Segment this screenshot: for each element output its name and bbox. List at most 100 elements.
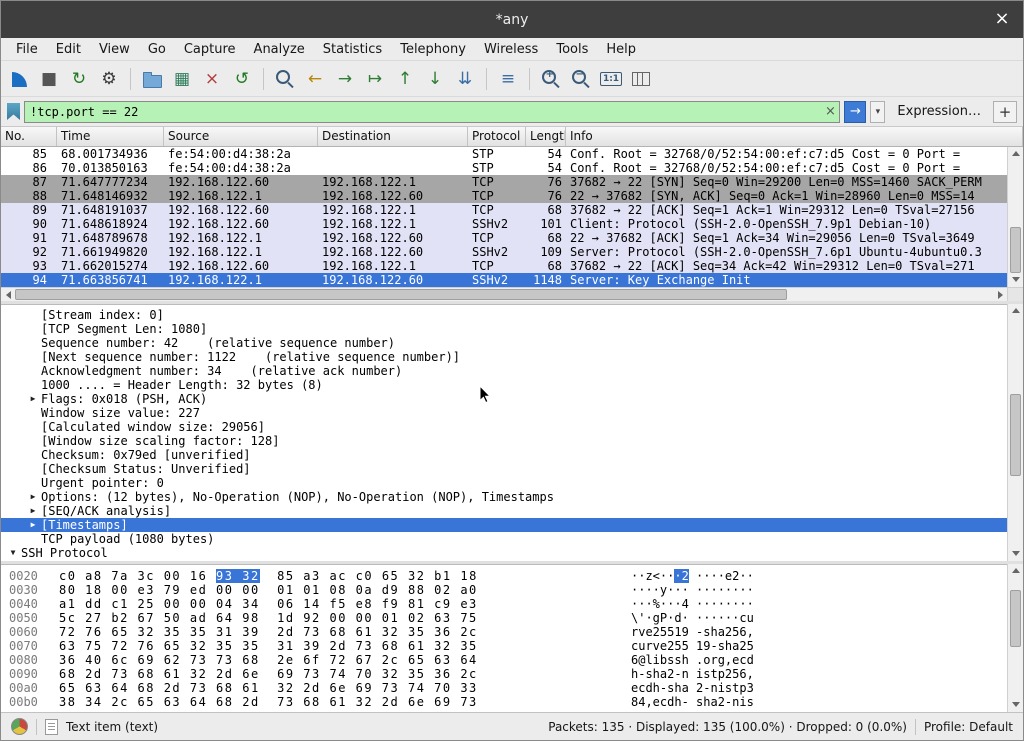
column-header-length[interactable]: Length	[526, 127, 566, 146]
packet-row-92[interactable]: 9271.661949820192.168.122.1192.168.122.6…	[1, 245, 1007, 259]
packet-row-88[interactable]: 8871.648146932192.168.122.1192.168.122.6…	[1, 189, 1007, 203]
detail-line[interactable]: [TCP Segment Len: 1080]	[1, 322, 1007, 336]
hex-row-0070[interactable]: 007063 75 72 76 65 32 35 35 31 39 2d 73 …	[1, 639, 1007, 653]
detail-line[interactable]: ▶[SEQ/ACK analysis]	[1, 504, 1007, 518]
zoom-out-button[interactable]	[567, 65, 595, 93]
detail-line[interactable]: ▶Flags: 0x018 (PSH, ACK)	[1, 392, 1007, 406]
go-first-button[interactable]: ↑	[391, 65, 419, 93]
open-capture-button[interactable]	[138, 65, 166, 93]
packet-list-hscroll-thumb[interactable]	[15, 289, 787, 300]
detail-line[interactable]: Urgent pointer: 0	[1, 476, 1007, 490]
column-header-source[interactable]: Source	[164, 127, 318, 146]
collapsed-arrow-icon[interactable]: ▶	[25, 518, 41, 532]
hex-row-0080[interactable]: 008036 40 6c 69 62 73 73 68 2e 6f 72 67 …	[1, 653, 1007, 667]
colorize-button[interactable]: ≡	[494, 65, 522, 93]
expression-button[interactable]: Expression…	[889, 104, 989, 119]
detail-line[interactable]: [Stream index: 0]	[1, 308, 1007, 322]
packet-row-94[interactable]: 9471.663856741192.168.122.1192.168.122.6…	[1, 273, 1007, 287]
hex-row-00b0[interactable]: 00b038 34 2c 65 63 64 68 2d 73 68 61 32 …	[1, 695, 1007, 709]
scroll-left-button[interactable]	[1, 288, 15, 301]
detail-line[interactable]: Acknowledgment number: 34 (relative ack …	[1, 364, 1007, 378]
go-back-button[interactable]: ←	[301, 65, 329, 93]
expanded-arrow-icon[interactable]: ▼	[5, 546, 21, 560]
collapsed-arrow-icon[interactable]: ▶	[25, 490, 41, 504]
packet-row-90[interactable]: 9071.648618924192.168.122.60192.168.122.…	[1, 217, 1007, 231]
stop-capture-button[interactable]: ■	[35, 65, 63, 93]
packet-list-vscrollbar[interactable]	[1007, 147, 1023, 287]
menu-analyze[interactable]: Analyze	[245, 40, 314, 59]
packet-row-89[interactable]: 8971.648191037192.168.122.60192.168.122.…	[1, 203, 1007, 217]
restart-capture-button[interactable]: ↻	[65, 65, 93, 93]
expert-info-icon[interactable]	[11, 718, 28, 735]
packet-row-87[interactable]: 8771.647777234192.168.122.60192.168.122.…	[1, 175, 1007, 189]
hex-row-00a0[interactable]: 00a065 63 64 68 2d 73 68 61 32 2d 6e 69 …	[1, 681, 1007, 695]
profile-status[interactable]: Profile: Default	[924, 720, 1013, 734]
add-filter-button[interactable]: +	[993, 101, 1017, 123]
detail-line[interactable]: Sequence number: 42 (relative sequence n…	[1, 336, 1007, 350]
reload-capture-button[interactable]: ↺	[228, 65, 256, 93]
bookmark-icon[interactable]	[7, 103, 20, 120]
zoom-1-1-button[interactable]	[597, 65, 625, 93]
menu-tools[interactable]: Tools	[547, 40, 597, 59]
detail-line[interactable]: ▶Options: (12 bytes), No-Operation (NOP)…	[1, 490, 1007, 504]
display-filter-input[interactable]	[25, 105, 821, 119]
menu-help[interactable]: Help	[597, 40, 645, 59]
detail-line[interactable]: [Next sequence number: 1122 (relative se…	[1, 350, 1007, 364]
hex-row-0060[interactable]: 006072 76 65 32 35 35 31 39 2d 73 68 61 …	[1, 625, 1007, 639]
detail-line[interactable]: Window size value: 227	[1, 406, 1007, 420]
detail-line[interactable]: [Window size scaling factor: 128]	[1, 434, 1007, 448]
column-header-info[interactable]: Info	[566, 127, 1023, 146]
packet-row-91[interactable]: 9171.648789678192.168.122.1192.168.122.6…	[1, 231, 1007, 245]
auto-scroll-button[interactable]: ⇊	[451, 65, 479, 93]
hex-vscrollbar[interactable]	[1007, 564, 1023, 712]
packet-list-hscrollbar[interactable]	[1, 287, 1007, 301]
hex-row-0090[interactable]: 009068 2d 73 68 61 32 2d 6e 69 73 74 70 …	[1, 667, 1007, 681]
packet-row-86[interactable]: 8670.013850163fe:54:00:d4:38:2aSTP54Conf…	[1, 161, 1007, 175]
start-capture-button[interactable]	[5, 65, 33, 93]
menu-telephony[interactable]: Telephony	[391, 40, 475, 59]
collapsed-arrow-icon[interactable]: ▶	[25, 392, 41, 406]
column-header-destination[interactable]: Destination	[318, 127, 468, 146]
details-vscroll-thumb[interactable]	[1010, 394, 1021, 476]
packet-row-93[interactable]: 9371.662015274192.168.122.60192.168.122.…	[1, 259, 1007, 273]
go-forward-button[interactable]: →	[331, 65, 359, 93]
detail-line[interactable]: [Checksum Status: Unverified]	[1, 462, 1007, 476]
menu-go[interactable]: Go	[139, 40, 175, 59]
scroll-down-button[interactable]	[1008, 547, 1023, 561]
details-vscrollbar[interactable]	[1007, 304, 1023, 561]
find-packet-button[interactable]	[271, 65, 299, 93]
scroll-down-button[interactable]	[1008, 273, 1023, 287]
detail-line[interactable]: TCP payload (1080 bytes)	[1, 532, 1007, 546]
column-header-protocol[interactable]: Protocol	[468, 127, 526, 146]
hex-row-0020[interactable]: 0020c0 a8 7a 3c 00 16 93 32 85 a3 ac c0 …	[1, 569, 1007, 583]
go-last-button[interactable]: ↓	[421, 65, 449, 93]
save-capture-button[interactable]: ▦	[168, 65, 196, 93]
column-header-no[interactable]: No.	[1, 127, 57, 146]
capture-options-button[interactable]: ⚙	[95, 65, 123, 93]
filter-dropdown-button[interactable]: ▾	[870, 101, 885, 123]
zoom-in-button[interactable]	[537, 65, 565, 93]
packet-row-85[interactable]: 8568.001734936fe:54:00:d4:38:2aSTP54Conf…	[1, 147, 1007, 161]
scroll-up-button[interactable]	[1008, 564, 1023, 578]
close-window-button[interactable]: ×	[991, 8, 1013, 30]
detail-line[interactable]: 1000 .... = Header Length: 32 bytes (8)	[1, 378, 1007, 392]
capture-comment-icon[interactable]	[45, 719, 58, 735]
clear-filter-icon[interactable]: ×	[821, 104, 839, 119]
detail-line[interactable]: ▶[Timestamps]	[1, 518, 1007, 532]
scroll-up-button[interactable]	[1008, 147, 1023, 161]
hex-row-0030[interactable]: 003080 18 00 e3 79 ed 00 00 01 01 08 0a …	[1, 583, 1007, 597]
menu-statistics[interactable]: Statistics	[314, 40, 391, 59]
menu-wireless[interactable]: Wireless	[475, 40, 547, 59]
menu-capture[interactable]: Capture	[175, 40, 245, 59]
scroll-right-button[interactable]	[993, 288, 1007, 301]
hex-vscroll-thumb[interactable]	[1010, 590, 1021, 647]
column-header-time[interactable]: Time	[57, 127, 164, 146]
close-capture-button[interactable]: ×	[198, 65, 226, 93]
menu-view[interactable]: View	[90, 40, 139, 59]
go-to-packet-button[interactable]: ↦	[361, 65, 389, 93]
menu-edit[interactable]: Edit	[47, 40, 90, 59]
detail-line[interactable]: Checksum: 0x79ed [unverified]	[1, 448, 1007, 462]
collapsed-arrow-icon[interactable]: ▶	[25, 504, 41, 518]
menu-file[interactable]: File	[7, 40, 47, 59]
hex-row-0050[interactable]: 00505c 27 b2 67 50 ad 64 98 1d 92 00 00 …	[1, 611, 1007, 625]
